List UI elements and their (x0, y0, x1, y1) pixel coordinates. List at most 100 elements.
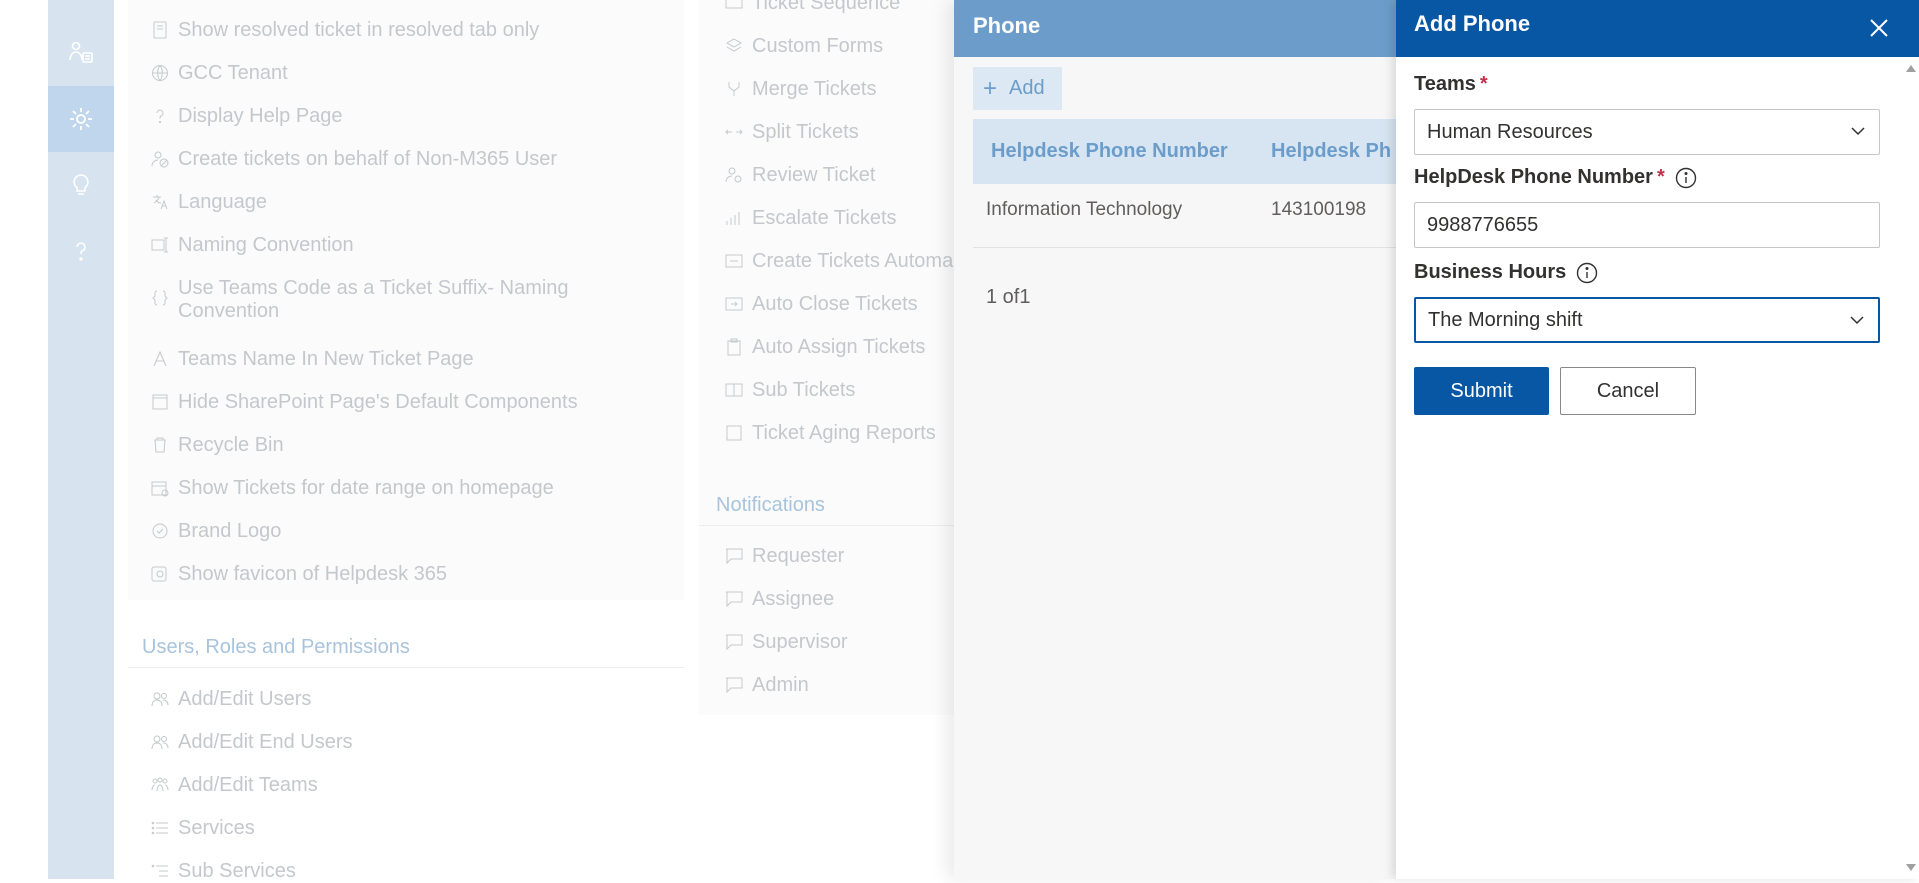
setting-create-on-behalf[interactable]: Create tickets on behalf of Non-M365 Use… (150, 148, 557, 171)
setting-label: Assignee (752, 588, 835, 610)
help-icon (76, 242, 86, 261)
setting-label: Custom Forms (752, 35, 884, 57)
setting-auto-close[interactable]: Auto Close Tickets (724, 293, 918, 316)
setting-recycle-bin[interactable]: Recycle Bin (150, 434, 284, 457)
setting-label: Sub Tickets (752, 379, 856, 401)
phone-number-label: HelpDesk Phone Number * (1414, 166, 1697, 189)
document-icon (150, 19, 170, 41)
chevron-down-icon (1851, 127, 1865, 136)
setting-teams-code-suffix[interactable]: Use Teams Code as a Ticket Suffix- Namin… (150, 277, 590, 323)
setting-create-tickets-auto[interactable]: Create Tickets Automa (724, 250, 953, 273)
setting-show-resolved[interactable]: Show resolved ticket in resolved tab onl… (150, 19, 539, 42)
setting-auto-assign[interactable]: Auto Assign Tickets (724, 336, 925, 359)
phone-table-header: Helpdesk Phone Number Helpdesk Ph (973, 119, 1396, 184)
add-phone-button[interactable]: + Add (973, 67, 1062, 110)
vertical-scrollbar[interactable] (1902, 57, 1919, 879)
setting-ticket-sequence[interactable]: Ticket Sequence (724, 0, 900, 15)
setting-date-range[interactable]: Show Tickets for date range on homepage (150, 477, 554, 500)
translate-icon (150, 191, 170, 213)
sub-tickets-icon (724, 379, 744, 401)
notification-admin[interactable]: Admin (724, 674, 809, 697)
setting-label: Naming Convention (178, 234, 354, 256)
setting-display-help[interactable]: Display Help Page (150, 105, 343, 128)
business-hours-dropdown[interactable]: The Morning shift (1414, 297, 1880, 343)
rail-users-settings-button[interactable] (48, 20, 114, 86)
setting-escalate-tickets[interactable]: Escalate Tickets (724, 207, 897, 230)
sequence-icon (724, 0, 744, 14)
submit-button[interactable]: Submit (1414, 367, 1549, 415)
column-header-phone-number[interactable]: Helpdesk Phone Number (991, 140, 1228, 163)
setting-teams-name[interactable]: Teams Name In New Ticket Page (150, 348, 474, 371)
setting-add-edit-users[interactable]: Add/Edit Users (150, 688, 311, 711)
teams-dropdown[interactable]: Human Resources (1414, 109, 1880, 155)
setting-ticket-aging[interactable]: Ticket Aging Reports (724, 422, 936, 445)
setting-services[interactable]: Services (150, 817, 255, 840)
auto-close-icon (724, 293, 744, 315)
add-label: Add (1009, 77, 1045, 99)
table-row[interactable]: Information Technology 143100198 (973, 184, 1396, 248)
lightbulb-icon (73, 174, 89, 195)
business-hours-selected-value: The Morning shift (1428, 308, 1583, 331)
setting-label: Create tickets on behalf of Non-M365 Use… (178, 148, 558, 170)
chevron-down-icon (1850, 316, 1864, 325)
font-icon (150, 348, 170, 370)
notification-assignee[interactable]: Assignee (724, 588, 834, 611)
phone-number-input[interactable]: 9988776655 (1414, 202, 1880, 248)
setting-merge-tickets[interactable]: Merge Tickets (724, 78, 876, 101)
chat-icon (724, 674, 744, 696)
setting-sub-tickets[interactable]: Sub Tickets (724, 379, 855, 402)
scroll-down-arrow-icon[interactable] (1906, 864, 1916, 871)
setting-hide-sharepoint[interactable]: Hide SharePoint Page's Default Component… (150, 391, 578, 414)
teams-label: Teams * (1414, 73, 1488, 96)
setting-label: Sub Services (178, 860, 296, 882)
setting-label: Show resolved ticket in resolved tab onl… (178, 19, 540, 41)
setting-split-tickets[interactable]: Split Tickets (724, 121, 859, 144)
cancel-button[interactable]: Cancel (1560, 367, 1696, 415)
setting-add-edit-teams[interactable]: Add/Edit Teams (150, 774, 318, 797)
setting-label: Add/Edit Teams (178, 774, 318, 796)
braces-icon (150, 287, 170, 309)
info-icon[interactable] (1576, 262, 1598, 284)
scroll-up-arrow-icon[interactable] (1906, 65, 1916, 72)
setting-language[interactable]: Language (150, 191, 267, 214)
setting-label: Ticket Aging Reports (752, 422, 936, 444)
setting-naming-convention[interactable]: Naming Convention (150, 234, 354, 257)
notification-requester[interactable]: Requester (724, 545, 844, 568)
chat-icon (724, 588, 744, 610)
setting-add-edit-end-users[interactable]: Add/Edit End Users (150, 731, 353, 754)
add-phone-title: Add Phone (1414, 11, 1531, 36)
close-button[interactable] (1863, 12, 1895, 44)
business-hours-label: Business Hours (1414, 261, 1598, 284)
setting-favicon[interactable]: Show favicon of Helpdesk 365 (150, 563, 447, 586)
setting-label: Add/Edit End Users (178, 731, 353, 753)
setting-label: Services (178, 817, 255, 839)
setting-review-ticket[interactable]: Review Ticket (724, 164, 875, 187)
setting-label: GCC Tenant (178, 62, 288, 84)
pagination-text: 1 of1 (986, 286, 1031, 308)
clipboard-icon (724, 336, 744, 358)
column-header-phone[interactable]: Helpdesk Ph (1271, 140, 1391, 163)
page-icon (150, 391, 170, 413)
required-marker: * (1656, 166, 1665, 188)
split-icon (724, 121, 744, 143)
table-cell: Information Technology (986, 199, 1183, 220)
setting-sub-services[interactable]: Sub Services (150, 860, 296, 883)
setting-brand-logo[interactable]: Brand Logo (150, 520, 281, 543)
setting-label: Admin (752, 674, 809, 696)
setting-custom-forms[interactable]: Custom Forms (724, 35, 883, 58)
add-phone-header: Add Phone (1396, 0, 1919, 57)
rail-ideas-button[interactable] (48, 152, 114, 218)
escalate-icon (724, 207, 744, 229)
rail-help-button[interactable] (48, 218, 114, 284)
setting-label: Review Ticket (752, 164, 876, 186)
info-icon[interactable] (1675, 167, 1697, 189)
setting-label: Ticket Sequence (752, 0, 901, 14)
phone-number-label-text: HelpDesk Phone Number (1414, 166, 1653, 188)
favicon-icon (150, 563, 170, 585)
report-icon (724, 422, 744, 444)
notification-supervisor[interactable]: Supervisor (724, 631, 848, 654)
setting-label: Auto Assign Tickets (752, 336, 926, 358)
setting-gcc-tenant[interactable]: GCC Tenant (150, 62, 288, 85)
chat-icon (724, 631, 744, 653)
rail-settings-button[interactable] (48, 86, 114, 152)
